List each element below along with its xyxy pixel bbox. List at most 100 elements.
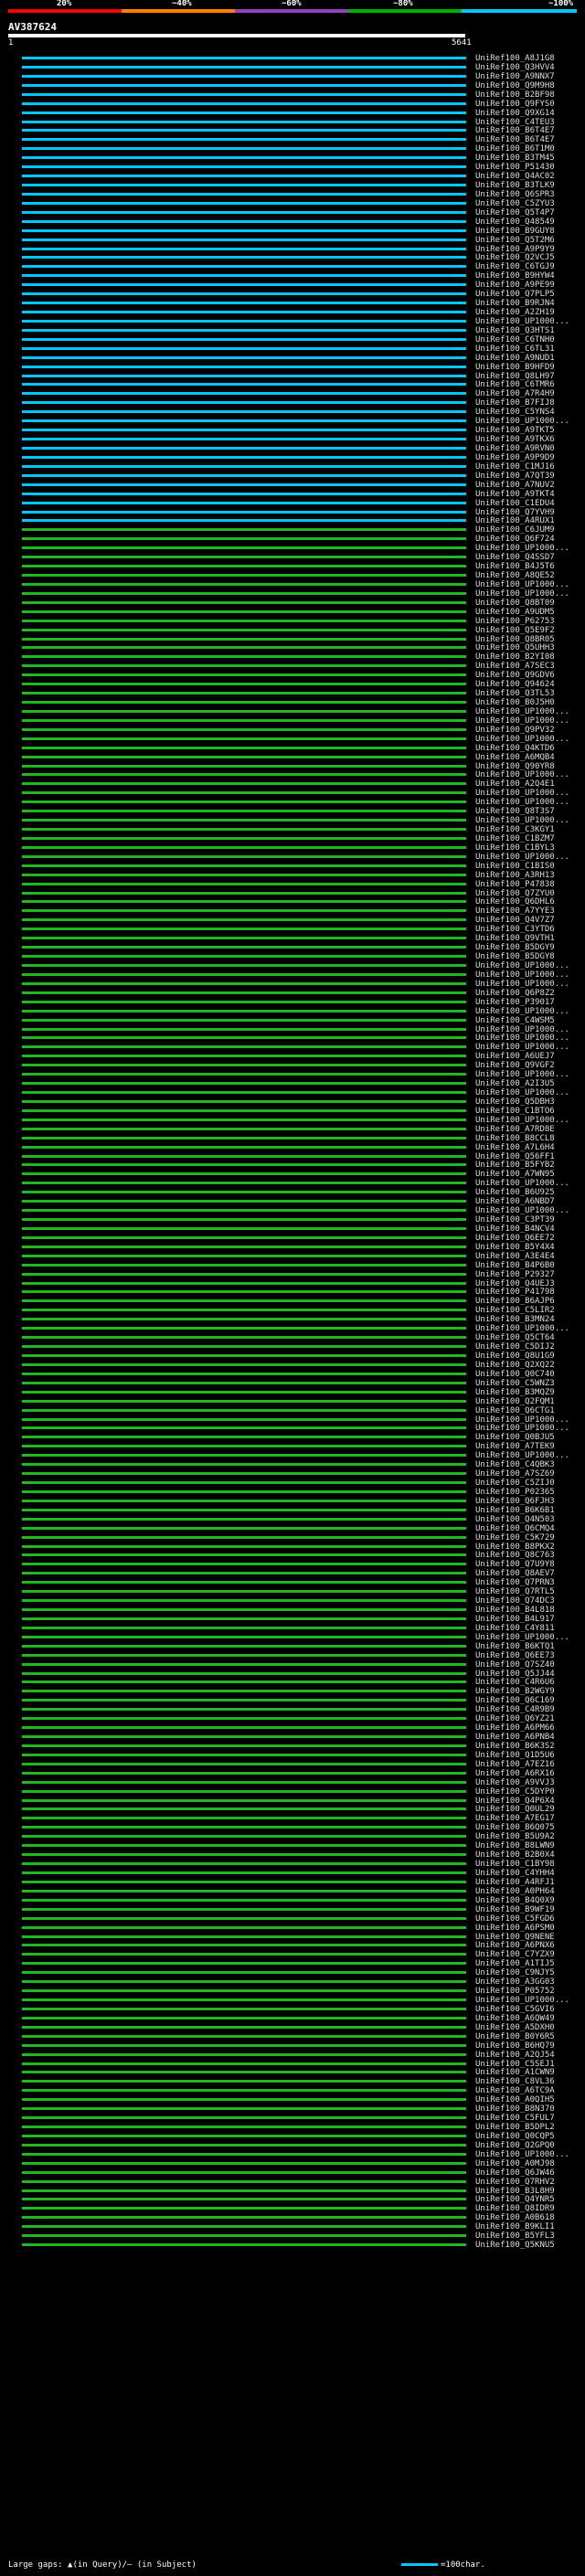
hit-label-link[interactable]: UniRef100_Q7U9Y8 — [475, 1560, 555, 1569]
hit-label-link[interactable]: UniRef100_B9HFD9 — [475, 363, 555, 372]
hit-label-link[interactable]: UniRef100_C4R9B9 — [475, 1705, 555, 1714]
hit-label-link[interactable]: UniRef100_A1CWN9 — [475, 2068, 555, 2077]
hit-label-link[interactable]: UniRef100_A7SEC3 — [475, 662, 555, 671]
hit-label-link[interactable]: UniRef100_B5U9A2 — [475, 1832, 555, 1841]
hit-label-link[interactable]: UniRef100_UP1000... — [475, 970, 569, 980]
hit-label-link[interactable]: UniRef100_B4J5T6 — [475, 562, 555, 571]
hit-label-link[interactable]: UniRef100_B9RJN4 — [475, 299, 555, 308]
hit-label-link[interactable]: UniRef100_Q9GDV6 — [475, 671, 555, 680]
hit-label-link[interactable]: UniRef100_UP1000... — [475, 707, 569, 716]
hit-label-link[interactable]: UniRef100_Q8BT09 — [475, 599, 555, 608]
hit-label-link[interactable]: UniRef100_Q4AC02 — [475, 172, 555, 181]
hit-label-link[interactable]: UniRef100_B5Y4X4 — [475, 1243, 555, 1252]
hit-label-link[interactable]: UniRef100_A4RUX1 — [475, 516, 555, 525]
hit-label-link[interactable]: UniRef100_Q2GPQ0 — [475, 2141, 555, 2150]
hit-label-link[interactable]: UniRef100_Q8IDR9 — [475, 2204, 555, 2213]
hit-label-link[interactable]: UniRef100_Q6C169 — [475, 1696, 555, 1705]
hit-label-link[interactable]: UniRef100_C9NJY5 — [475, 1968, 555, 1977]
hit-label-link[interactable]: UniRef100_Q5KNU5 — [475, 2241, 555, 2250]
hit-label-link[interactable]: UniRef100_UP1000... — [475, 980, 569, 989]
hit-label-link[interactable]: UniRef100_Q2XQ22 — [475, 1361, 555, 1370]
hit-label-link[interactable]: UniRef100_B5DPL2 — [475, 2123, 555, 2132]
hit-label-link[interactable]: UniRef100_C5FGD6 — [475, 1914, 555, 1924]
hit-label-link[interactable]: UniRef100_Q6JW46 — [475, 2168, 555, 2178]
hit-label-link[interactable]: UniRef100_Q48549 — [475, 217, 555, 227]
hit-label-link[interactable]: UniRef100_A6NBD7 — [475, 1197, 555, 1206]
hit-label-link[interactable]: UniRef100_Q4YNR5 — [475, 2195, 555, 2204]
hit-label-link[interactable]: UniRef100_B3MQZ9 — [475, 1388, 555, 1397]
hit-label-link[interactable]: UniRef100_C8VL36 — [475, 2077, 555, 2086]
hit-label-link[interactable]: UniRef100_A9VVJ3 — [475, 1778, 555, 1787]
hit-label-link[interactable]: UniRef100_Q6CTG1 — [475, 1406, 555, 1415]
hit-label-link[interactable]: UniRef100_C5YNS4 — [475, 408, 555, 417]
hit-label-link[interactable]: UniRef100_B6K3S2 — [475, 1742, 555, 1751]
hit-label-link[interactable]: UniRef100_UP1000... — [475, 589, 569, 599]
hit-label-link[interactable]: UniRef100_Q6EE72 — [475, 1234, 555, 1243]
hit-label-link[interactable]: UniRef100_B4P6B0 — [475, 1261, 555, 1270]
hit-label-link[interactable]: UniRef100_B3TM45 — [475, 154, 555, 163]
hit-label-link[interactable]: UniRef100_C5FUL7 — [475, 2114, 555, 2123]
hit-label-link[interactable]: UniRef100_A9TKT5 — [475, 426, 555, 435]
hit-label-link[interactable]: UniRef100_A7TEK9 — [475, 1442, 555, 1451]
hit-label-link[interactable]: UniRef100_Q1D5U6 — [475, 1751, 555, 1760]
hit-label-link[interactable]: UniRef100_A9TKT4 — [475, 490, 555, 499]
hit-label-link[interactable]: UniRef100_B4Q0X9 — [475, 1896, 555, 1905]
hit-label-link[interactable]: UniRef100_UP1000... — [475, 1324, 569, 1333]
hit-label-link[interactable]: UniRef100_B5FYB2 — [475, 1161, 555, 1170]
hit-label-link[interactable]: UniRef100_B9WF19 — [475, 1905, 555, 1914]
hit-label-link[interactable]: UniRef100_B2WGY9 — [475, 1687, 555, 1696]
hit-label-link[interactable]: UniRef100_B8CCL8 — [475, 1134, 555, 1143]
hit-label-link[interactable]: UniRef100_B6T1M0 — [475, 144, 555, 154]
hit-label-link[interactable]: UniRef100_UP1000... — [475, 798, 569, 807]
hit-label-link[interactable]: UniRef100_C5DYP0 — [475, 1787, 555, 1797]
hit-label-link[interactable]: UniRef100_A3E4E4 — [475, 1252, 555, 1261]
hit-label-link[interactable]: UniRef100_C6JUM9 — [475, 525, 555, 535]
hit-label-link[interactable]: UniRef100_B5YFL3 — [475, 2231, 555, 2241]
hit-label-link[interactable]: UniRef100_B6HQ79 — [475, 2041, 555, 2051]
hit-label-link[interactable]: UniRef100_Q5UHH3 — [475, 643, 555, 652]
hit-label-link[interactable]: UniRef100_UP1000... — [475, 1633, 569, 1642]
hit-label-link[interactable]: UniRef100_B3TLK9 — [475, 181, 555, 190]
hit-label-link[interactable]: UniRef100_C1MJ16 — [475, 462, 555, 472]
hit-label-link[interactable]: UniRef100_B4NCV4 — [475, 1224, 555, 1234]
hit-label-link[interactable]: UniRef100_B9GUY8 — [475, 227, 555, 236]
hit-label-link[interactable]: UniRef100_A7L6H4 — [475, 1143, 555, 1152]
hit-label-link[interactable]: UniRef100_C4Y811 — [475, 1624, 555, 1633]
hit-label-link[interactable]: UniRef100_Q6SPR3 — [475, 190, 555, 199]
hit-label-link[interactable]: UniRef100_A7R4H9 — [475, 389, 555, 398]
hit-label-link[interactable]: UniRef100_Q9VGF2 — [475, 1061, 555, 1070]
hit-label-link[interactable]: UniRef100_A0PH64 — [475, 1887, 555, 1896]
hit-label-link[interactable]: UniRef100_UP1000... — [475, 580, 569, 589]
hit-label-link[interactable]: UniRef100_B8N370 — [475, 2104, 555, 2114]
hit-label-link[interactable]: UniRef100_Q3TL53 — [475, 689, 555, 698]
hit-label-link[interactable]: UniRef100_B3MN24 — [475, 1315, 555, 1324]
hit-label-link[interactable]: UniRef100_Q9FYS0 — [475, 100, 555, 109]
hit-label-link[interactable]: UniRef100_A5DXH0 — [475, 2023, 555, 2032]
hit-label-link[interactable]: UniRef100_A6MQB4 — [475, 753, 555, 762]
hit-label-link[interactable]: UniRef100_A4RFJ1 — [475, 1878, 555, 1887]
hit-label-link[interactable]: UniRef100_Q8AEV7 — [475, 1569, 555, 1578]
hit-label-link[interactable]: UniRef100_B0J5H0 — [475, 698, 555, 707]
hit-label-link[interactable]: UniRef100_UP1000... — [475, 816, 569, 825]
hit-label-link[interactable]: UniRef100_A9NUD1 — [475, 354, 555, 363]
hit-label-link[interactable]: UniRef100_C6TL31 — [475, 345, 555, 354]
hit-label-link[interactable]: UniRef100_A7SZ69 — [475, 1469, 555, 1479]
hit-label-link[interactable]: UniRef100_A9TKX6 — [475, 435, 555, 444]
hit-label-link[interactable]: UniRef100_B5DGY9 — [475, 943, 555, 952]
hit-label-link[interactable]: UniRef100_UP1000... — [475, 417, 569, 426]
hit-label-link[interactable]: UniRef100_Q4V7Z7 — [475, 916, 555, 925]
hit-label-link[interactable]: UniRef100_C5ZYU3 — [475, 199, 555, 208]
hit-label-link[interactable]: UniRef100_Q4KTD6 — [475, 744, 555, 753]
hit-label-link[interactable]: UniRef100_C6TGJ9 — [475, 262, 555, 271]
hit-label-link[interactable]: UniRef100_Q8T3S7 — [475, 807, 555, 816]
hit-label-link[interactable]: UniRef100_UP1000... — [475, 1070, 569, 1079]
hit-label-link[interactable]: UniRef100_B8LWN9 — [475, 1841, 555, 1850]
hit-label-link[interactable]: UniRef100_Q8C763 — [475, 1551, 555, 1560]
hit-label-link[interactable]: UniRef100_P51430 — [475, 163, 555, 172]
hit-label-link[interactable]: UniRef100_UP1000... — [475, 317, 569, 326]
hit-label-link[interactable]: UniRef100_P41798 — [475, 1288, 555, 1297]
hit-label-link[interactable]: UniRef100_Q6F724 — [475, 535, 555, 544]
hit-label-link[interactable]: UniRef100_Q4SSD7 — [475, 553, 555, 562]
hit-label-link[interactable]: UniRef100_A2I3U5 — [475, 1079, 555, 1088]
hit-label-link[interactable]: UniRef100_Q3HVV4 — [475, 63, 555, 72]
